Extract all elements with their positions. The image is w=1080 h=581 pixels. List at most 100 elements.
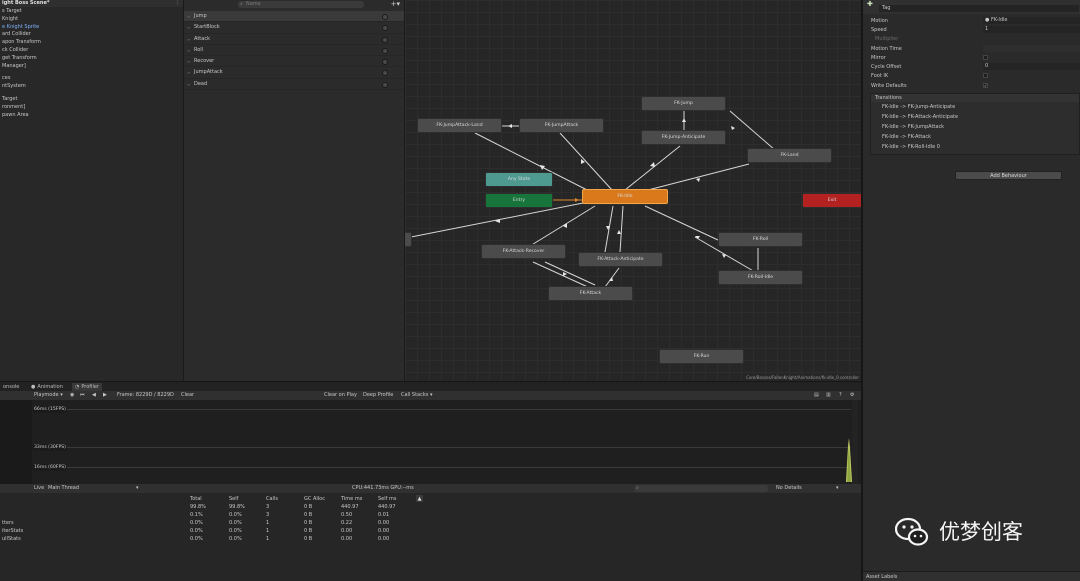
profiler-search-input[interactable]: ⌕ bbox=[634, 485, 768, 492]
parameter-trigger-toggle[interactable] bbox=[382, 70, 388, 77]
state-node-attackant[interactable]: FK-Attack-Anticipate bbox=[578, 252, 663, 267]
transition-item[interactable]: FK-Idle -> FK-Roll-Idle 0 bbox=[871, 142, 1079, 152]
hierarchy-item[interactable]: ntSystem bbox=[0, 83, 183, 91]
load-icon[interactable]: ▤ bbox=[814, 391, 819, 400]
hierarchy-item[interactable]: apon Transform bbox=[0, 39, 183, 47]
table-row[interactable]: tters 0.0% 0.0% 1 0 B 0.22 0.00 bbox=[0, 519, 861, 527]
table-row[interactable]: iterStats 0.0% 0.0% 1 0 B 0.00 0.00 bbox=[0, 527, 861, 535]
state-node-jumpattackland[interactable]: FK-JumpAttack-Land bbox=[417, 118, 502, 133]
parameter-trigger-toggle[interactable] bbox=[382, 36, 388, 43]
column-header[interactable]: Total bbox=[190, 495, 202, 503]
hierarchy-item[interactable]: e Knight Sprite bbox=[0, 24, 183, 32]
drag-handle-icon[interactable]: ≡ bbox=[187, 22, 190, 33]
state-node-jump[interactable]: FK-Jump bbox=[641, 96, 726, 111]
parameter-row[interactable]: ≡ Dead bbox=[184, 79, 404, 91]
column-header[interactable]: Time ms bbox=[341, 495, 362, 503]
column-header[interactable]: Self ms bbox=[378, 495, 396, 503]
thread-dropdown[interactable]: Main Thread ▾ bbox=[48, 484, 144, 493]
state-node-exit[interactable]: Exit bbox=[802, 193, 861, 208]
hierarchy-item[interactable]: ck Collider bbox=[0, 47, 183, 55]
state-node-jumpant[interactable]: FK-Jump-Anticipate bbox=[641, 130, 726, 145]
clear-on-play-toggle[interactable]: Clear on Play bbox=[324, 391, 357, 400]
animator-graph[interactable]: FK-Jump FK-Jump-Anticipate FK-JumpAttack-L… bbox=[404, 0, 861, 381]
parameter-row[interactable]: ≡ Jump bbox=[184, 11, 404, 23]
property-checkbox[interactable] bbox=[983, 73, 988, 78]
record-icon[interactable]: ◉ bbox=[70, 391, 74, 400]
cpu-usage-graph[interactable]: 66ms (15FPS) 33ms (30FPS) 16ms (60FPS) bbox=[0, 400, 861, 484]
call-stacks-dropdown[interactable]: Call Stacks ▾ bbox=[401, 391, 432, 400]
state-node-jumpattack[interactable]: FK-JumpAttack bbox=[519, 118, 604, 133]
hierarchy-item[interactable]: ces bbox=[0, 75, 183, 83]
state-node-attackrecover[interactable]: FK-Attack-Recover bbox=[481, 244, 566, 259]
live-toggle[interactable]: Live bbox=[34, 484, 44, 493]
scene-title[interactable]: ight Boss Scene* bbox=[0, 0, 183, 7]
tag-field[interactable]: Tag bbox=[879, 5, 1079, 12]
parameter-search-input[interactable]: ⌕ Name bbox=[238, 1, 364, 8]
table-row[interactable]: ullStats 0.0% 0.0% 1 0 B 0.00 0.00 bbox=[0, 535, 861, 543]
clear-button[interactable]: Clear bbox=[181, 391, 194, 400]
parameter-trigger-toggle[interactable] bbox=[382, 47, 388, 54]
profiler-target-dropdown[interactable]: Playmode ▾ bbox=[34, 391, 63, 400]
tab-2[interactable]: ◔ Profiler bbox=[72, 383, 102, 391]
parameter-row[interactable]: ≡ StartBlock bbox=[184, 22, 404, 34]
property-value-field[interactable]: ● FK-Idle bbox=[983, 17, 1080, 24]
parameter-trigger-toggle[interactable] bbox=[382, 25, 388, 32]
hierarchy-item[interactable]: Knight bbox=[0, 16, 183, 24]
state-node-entry[interactable]: Entry bbox=[485, 193, 553, 208]
state-node-rollidle[interactable]: FK-Roll-Idle bbox=[718, 270, 803, 285]
details-dropdown[interactable]: No Details bbox=[776, 484, 802, 493]
asset-labels[interactable]: Asset Labels bbox=[863, 571, 1080, 581]
property-checkbox[interactable]: ✓ bbox=[983, 83, 988, 88]
state-node-land[interactable]: FK-Land bbox=[747, 148, 832, 163]
deep-profile-toggle[interactable]: Deep Profile bbox=[363, 391, 393, 400]
hierarchy-item[interactable]: Manager] bbox=[0, 63, 183, 71]
transition-item[interactable]: FK-Idle -> FK-Attack bbox=[871, 132, 1079, 142]
save-icon[interactable]: ▥ bbox=[826, 391, 831, 400]
scene-menu-icon[interactable]: ⋮ bbox=[175, 0, 180, 7]
hierarchy-item[interactable]: ronment] bbox=[0, 104, 183, 112]
parameter-trigger-toggle[interactable] bbox=[382, 81, 388, 88]
help-icon[interactable]: ? bbox=[839, 391, 842, 400]
tab-1[interactable]: ● Animation bbox=[28, 383, 66, 391]
parameter-trigger-toggle[interactable] bbox=[382, 59, 388, 66]
prev-frame-icon[interactable]: ◀ bbox=[92, 391, 96, 400]
transition-item[interactable]: FK-Idle -> FK-JumpAttack bbox=[871, 122, 1079, 132]
tab-0[interactable]: onsole bbox=[0, 383, 22, 391]
next-frame-icon[interactable]: ▶ bbox=[103, 391, 107, 400]
transition-item[interactable]: FK-Idle -> FK-Attack-Anticipate bbox=[871, 112, 1079, 122]
property-value-field[interactable]: 1 bbox=[983, 26, 1080, 33]
parameter-row[interactable]: ≡ Roll bbox=[184, 45, 404, 57]
parameter-trigger-toggle[interactable] bbox=[382, 14, 388, 20]
drag-handle-icon[interactable]: ≡ bbox=[187, 56, 190, 67]
state-node-anystate[interactable]: Any State bbox=[485, 172, 553, 187]
parameter-row[interactable]: ≡ Recover bbox=[184, 56, 404, 68]
table-row[interactable]: 99.8% 99.8% 3 0 B 440.97 440.97 bbox=[0, 503, 861, 511]
drag-handle-icon[interactable]: ≡ bbox=[187, 45, 190, 56]
graph-scrollbar[interactable] bbox=[852, 400, 858, 484]
hierarchy-item[interactable]: s Target bbox=[0, 8, 183, 16]
drag-handle-icon[interactable]: ≡ bbox=[187, 11, 190, 22]
state-node-idle[interactable]: FK-Idle bbox=[582, 189, 668, 204]
state-node-left0[interactable]: e 0 bbox=[405, 232, 412, 247]
state-node-run[interactable]: FK-Run bbox=[659, 349, 744, 364]
transition-item[interactable]: FK-Idle -> FK-Jump-Anticipate bbox=[871, 102, 1079, 112]
drag-handle-icon[interactable]: ≡ bbox=[187, 34, 190, 45]
add-parameter-button[interactable]: +▾ bbox=[391, 0, 400, 8]
parameter-row[interactable]: ≡ Attack bbox=[184, 34, 404, 45]
property-value-field[interactable] bbox=[983, 45, 1080, 52]
property-value-field[interactable]: 0 bbox=[983, 63, 1080, 70]
drag-handle-icon[interactable]: ≡ bbox=[187, 79, 190, 90]
hierarchy-item[interactable]: Target bbox=[0, 96, 183, 104]
first-frame-icon[interactable]: ⏮ bbox=[80, 391, 85, 400]
column-header[interactable]: GC Alloc bbox=[304, 495, 325, 503]
sort-arrow-icon[interactable]: ▲ bbox=[416, 495, 423, 502]
details-dropdown-arrow-icon[interactable]: ▾ bbox=[836, 484, 839, 493]
column-header[interactable]: Calls bbox=[266, 495, 278, 503]
table-row[interactable]: 0.1% 0.0% 3 0 B 0.50 0.01 bbox=[0, 511, 861, 519]
add-behaviour-button[interactable]: Add Behaviour bbox=[955, 171, 1062, 180]
hierarchy-item[interactable]: ard Collider bbox=[0, 31, 183, 39]
column-header[interactable]: Self bbox=[229, 495, 238, 503]
hierarchy-item[interactable]: pawn Area bbox=[0, 112, 183, 120]
hierarchy-item[interactable]: get Transform bbox=[0, 55, 183, 63]
drag-handle-icon[interactable]: ≡ bbox=[187, 67, 190, 78]
